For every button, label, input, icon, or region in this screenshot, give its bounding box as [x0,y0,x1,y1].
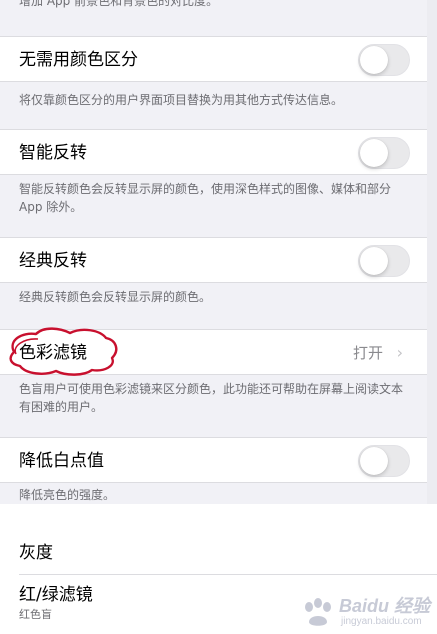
accessibility-display-settings: 增加 App 前景色和背景色的对比度。 无需用颜色区分 将仅靠颜色区分的用户界面… [0,0,437,634]
classic-invert-toggle[interactable] [358,245,410,277]
classic-invert-description: 经典反转颜色会反转显示屏的颜色。 [19,290,212,304]
differentiate-without-color-toggle[interactable] [358,44,410,76]
filter-option-label: 红/绿滤镜 [19,585,93,605]
chevron-right-icon: › [396,343,403,362]
differentiate-without-color-label: 无需用颜色区分 [19,50,138,70]
toggle-knob [360,447,388,475]
smart-invert-description: 智能反转颜色会反转显示屏的颜色，使用深色样式的图像、媒体和部分 App 除外。 [19,182,392,214]
filter-option-label: 灰度 [19,543,53,563]
classic-invert-label: 经典反转 [19,251,87,271]
color-filters-value: 打开 [352,344,383,362]
row-classic-invert[interactable]: 经典反转 [0,237,427,283]
watermark-text: Baidu 经验 [339,596,431,616]
row-reduce-white-point[interactable]: 降低白点值 [0,437,427,483]
differentiate-without-color-description: 将仅靠颜色区分的用户界面项目替换为用其他方式传达信息。 [19,93,344,107]
smart-invert-label: 智能反转 [19,143,87,163]
reduce-white-point-toggle[interactable] [358,445,410,477]
toggle-knob [360,247,388,275]
smart-invert-toggle[interactable] [358,137,410,169]
filter-option-grayscale[interactable]: 灰度 [0,532,430,574]
toggle-knob [360,46,388,74]
filter-option-subtitle: 红色盲 [19,608,52,621]
toggle-knob [360,139,388,167]
reduce-white-point-label: 降低白点值 [19,451,104,471]
baidu-jingyan-watermark: Baidu 经验 jingyan.baidu.com [301,596,431,630]
color-filters-description: 色盲用户可使用色彩滤镜来区分颜色，此功能还可帮助在屏幕上阅读文本有困难的用户。 [19,382,404,414]
increase-contrast-description: 增加 App 前景色和背景色的对比度。 [19,0,219,8]
row-color-filters[interactable]: 色彩滤镜 打开 › [0,329,427,375]
row-smart-invert[interactable]: 智能反转 [0,129,427,175]
reduce-white-point-description: 降低亮色的强度。 [19,488,116,502]
paw-logo-icon [305,598,331,626]
row-differentiate-without-color[interactable]: 无需用颜色区分 [0,36,427,82]
right-edge-strip [427,0,437,504]
watermark-subtext: jingyan.baidu.com [341,616,422,627]
color-filters-label: 色彩滤镜 [19,343,87,363]
